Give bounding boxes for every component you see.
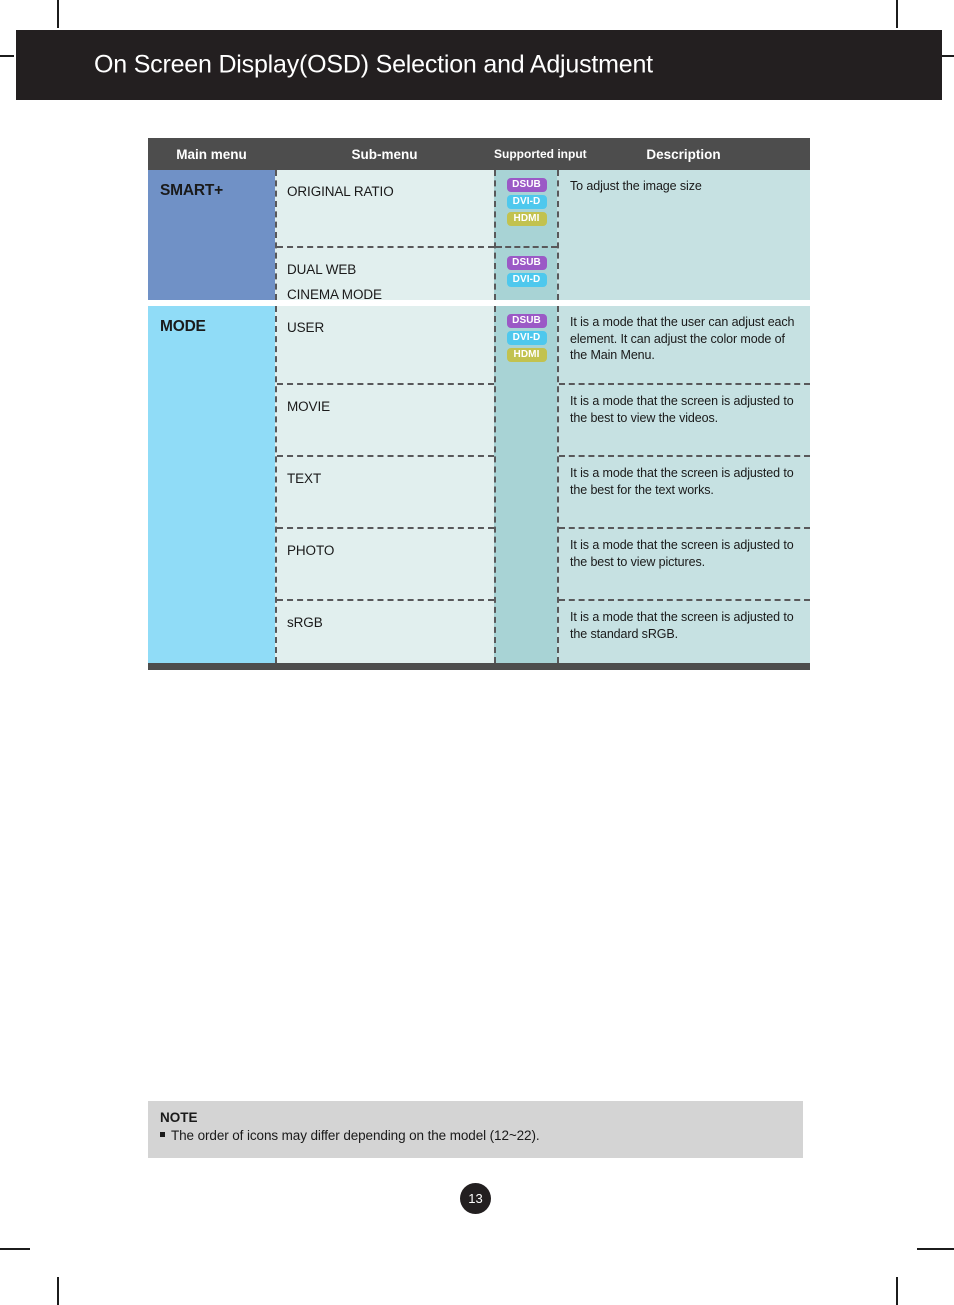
sub-menu-cell: USER (277, 306, 494, 383)
crop-mark-bottom-left-vertical (57, 1277, 59, 1305)
sub-menu-label: DUAL WEB (287, 262, 357, 277)
sub-menu-label: USER (287, 320, 325, 335)
note-box: NOTE The order of icons may differ depen… (148, 1101, 803, 1158)
page-title: On Screen Display(OSD) Selection and Adj… (94, 50, 653, 79)
dsub-badge: DSUB (506, 314, 547, 328)
crop-mark-bottom-left-horizontal (0, 1248, 30, 1250)
sub-menu-cell: DUAL WEB CINEMA MODE (277, 246, 494, 302)
note-list-item: The order of icons may differ depending … (160, 1126, 803, 1146)
osd-table: Main menu Sub-menu Supported input Descr… (148, 138, 810, 670)
sub-menu-label: sRGB (287, 615, 323, 630)
description-cell: To adjust the image size (570, 179, 702, 193)
dsub-badge: DSUB (506, 256, 547, 270)
input-badge-group: DSUB DVI-D HDMI (496, 306, 557, 663)
description-cell: It is a mode that the screen is adjusted… (559, 527, 810, 599)
input-badge-group: DSUB DVI-D (496, 246, 557, 300)
crop-mark-top-left-vertical (57, 0, 59, 28)
sub-menu-cell: MOVIE (277, 383, 494, 455)
column-header-main-menu: Main menu (176, 146, 247, 162)
crop-mark-top-right-horizontal (941, 55, 954, 57)
crop-mark-bottom-right-horizontal (917, 1248, 954, 1250)
page-number-badge: 13 (460, 1183, 491, 1214)
section-body: USER MOVIE TEXT PHOTO sRGB DSUB DVI-D HD… (275, 306, 810, 663)
description-cell: It is a mode that the screen is adjusted… (559, 455, 810, 527)
page-header-bar: On Screen Display(OSD) Selection and Adj… (16, 30, 942, 100)
sub-menu-label: TEXT (287, 471, 322, 486)
sub-menu-label: MOVIE (287, 399, 331, 414)
main-menu-label: SMART+ (160, 182, 223, 199)
sub-menu-cell: ORIGINAL RATIO (277, 170, 494, 246)
bullet-icon (160, 1132, 165, 1137)
description-cell: It is a mode that the screen is adjusted… (559, 383, 810, 455)
crop-mark-top-left-horizontal (0, 55, 14, 57)
sub-menu-cell: TEXT (277, 455, 494, 527)
column-header-supported-input: Supported input (494, 147, 587, 161)
supported-input-column: DSUB DVI-D HDMI (494, 306, 557, 663)
sub-menu-cell: PHOTO (277, 527, 494, 599)
description-cell: It is a mode that the user can adjust ea… (570, 315, 795, 362)
dvi-d-badge: DVI-D (506, 273, 547, 287)
table-section-smart-plus: SMART+ ORIGINAL RATIO DUAL WEB CINEMA MO… (148, 170, 810, 302)
input-badge-group: DSUB DVI-D HDMI (496, 170, 557, 246)
dsub-badge: DSUB (506, 178, 547, 192)
sub-menu-label: PHOTO (287, 543, 335, 558)
column-header-description: Description (646, 146, 721, 162)
sub-menu-cell: sRGB (277, 599, 494, 663)
note-title: NOTE (160, 1110, 198, 1125)
table-section-mode: MODE USER MOVIE TEXT PHOTO sRGB DSUB DVI… (148, 306, 810, 663)
sub-menu-label: ORIGINAL RATIO (287, 184, 394, 199)
hdmi-badge: HDMI (506, 348, 547, 362)
hdmi-badge: HDMI (506, 212, 547, 226)
table-header-row: Main menu Sub-menu Supported input Descr… (148, 138, 810, 170)
note-item-text: The order of icons may differ depending … (171, 1128, 540, 1143)
description-column: To adjust the image size (557, 170, 810, 300)
crop-mark-bottom-right-vertical (896, 1277, 898, 1305)
sub-menu-column: ORIGINAL RATIO DUAL WEB CINEMA MODE (275, 170, 494, 302)
dvi-d-badge: DVI-D (506, 195, 547, 209)
crop-mark-top-right-vertical (896, 0, 898, 28)
section-body: ORIGINAL RATIO DUAL WEB CINEMA MODE DSUB… (275, 170, 810, 302)
description-column: It is a mode that the user can adjust ea… (557, 306, 810, 663)
column-header-sub-menu: Sub-menu (351, 146, 418, 162)
main-menu-cell-smart-plus: SMART+ (148, 170, 275, 300)
main-menu-label: MODE (160, 318, 206, 335)
supported-input-column: DSUB DVI-D HDMI DSUB DVI-D (494, 170, 557, 300)
sub-menu-label: CINEMA MODE (287, 287, 382, 302)
sub-menu-column: USER MOVIE TEXT PHOTO sRGB (275, 306, 494, 663)
dvi-d-badge: DVI-D (506, 331, 547, 345)
table-bottom-border (148, 663, 810, 670)
description-cell: It is a mode that the screen is adjusted… (559, 599, 810, 663)
main-menu-cell-mode: MODE (148, 306, 275, 663)
